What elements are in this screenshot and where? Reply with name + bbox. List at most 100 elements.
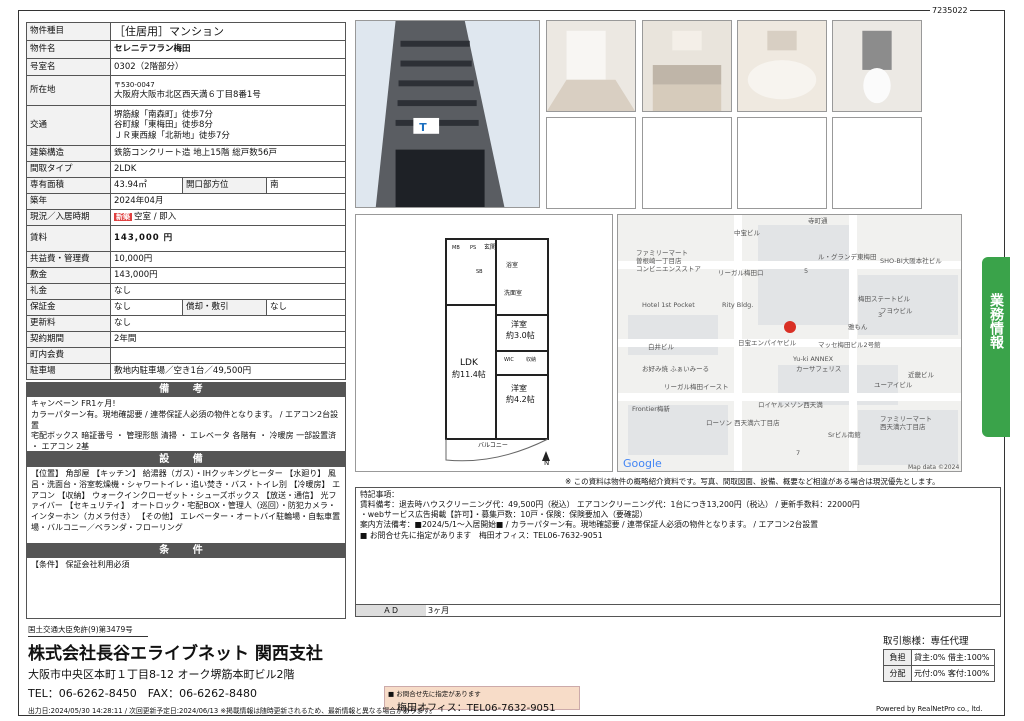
sb-label: SB	[476, 269, 483, 275]
map-label: お好み焼 ふぁいみーる	[642, 364, 709, 373]
map-label: 7	[796, 449, 800, 457]
direction-value: 南	[266, 177, 346, 194]
deposit-value: 143,000円	[110, 267, 346, 284]
map-label: ユーアイビル	[874, 380, 913, 389]
bathroom-photo	[737, 20, 827, 112]
status-label: 現況／入居時期	[26, 209, 111, 226]
direction-label: 開口部方位	[182, 177, 267, 194]
map-label: Yu-ki ANNEX	[792, 355, 834, 363]
map-label: Rity Bldg.	[722, 301, 753, 309]
map-label: 曽根崎一丁目店	[636, 256, 682, 265]
bath-label: 浴室	[506, 261, 518, 269]
ad-label: ＡＤ	[356, 605, 426, 616]
output-info: 出力日:2024/05/30 14:28:11 / 次回更新予定日:2024/0…	[28, 707, 437, 715]
powered-by: Powered by RealNetPro co., ltd.	[876, 705, 983, 713]
room-label: 号室名	[26, 58, 111, 76]
floor-plan: MB PS 玄関 浴室 洗面室 SB 洋室 約3.0帖 WIC 収納 LDK 約…	[355, 214, 613, 472]
parking-label: 駐車場	[26, 363, 111, 380]
deposit-label: 敷金	[26, 267, 111, 284]
contract-label: 契約期間	[26, 331, 111, 348]
wash-label: 洗面室	[504, 289, 522, 297]
notes-line: 案内方法備考：■2024/5/1～入居開始■ / カラーパターン有。現地確認要 …	[360, 520, 819, 530]
layout-value: 2LDK	[110, 161, 346, 178]
equipment-text: 【位置】 角部屋 【キッチン】 給湯器（ガス）・IHクッキングヒーター 【水廻り…	[31, 469, 341, 532]
layout-label: 間取タイプ	[26, 161, 111, 178]
rent-value: 143,000 円	[110, 225, 346, 252]
renewal-label: 更新料	[26, 315, 111, 332]
inquiry-note: ■ お問合せ先に指定があります	[388, 690, 481, 698]
fee-value: 10,000円	[110, 251, 346, 268]
special-notes: 特記事項： 賃料備考：退去時ハウスクリーニング代：49,500円（税込） エアコ…	[355, 487, 1001, 617]
wic-label: WIC	[504, 357, 514, 363]
map-label: 白井ビル	[648, 342, 675, 351]
toilet-photo	[832, 20, 922, 112]
conditions-box: 条 件 【条件】 保証会社利用必須	[26, 543, 346, 619]
built-value: 2024年04月	[110, 193, 346, 210]
map-label: 中宝ビル	[734, 228, 761, 237]
map-label: リーガル梅田イースト	[664, 382, 729, 391]
structure-label: 建築構造	[26, 145, 111, 162]
map-label: Hotel 1st Pocket	[642, 301, 695, 309]
remarks-text: キャンペーン FR1ヶ月! カラーパターン有。現地確認要 / 連帯保証人必須の物…	[31, 399, 339, 452]
trade-terms: 取引態様：専任代理 負担 貸主:0% 借主:100% 分配 元付:0% 客付:100…	[883, 633, 995, 682]
traffic-line: ＪＲ東西線「北新地」徒歩7分	[114, 130, 230, 141]
company-name: 株式会社長谷エライブネット 関西支社	[28, 644, 323, 664]
equipment-box: 設 備 【位置】 角部屋 【キッチン】 給湯器（ガス）・IHクッキングヒーター …	[26, 452, 346, 544]
company-phone: TEL：06-6262-8450 FAX：06-6262-8480	[28, 687, 258, 700]
photo-slot-empty	[642, 117, 732, 209]
map-label: 雅もん	[848, 323, 868, 331]
address-label: 所在地	[26, 75, 111, 106]
notes-line: ■ お問合せ先に指定があります 梅田オフィス：TEL06-7632-9051	[360, 530, 603, 540]
license-number: 国土交通大臣免許(9)第3479号	[28, 624, 148, 637]
map-attribution: Map data ©2024	[908, 464, 959, 471]
location-map[interactable]: ファミリーマート 曽根崎一丁目店 コンビニエンスストア リーガル梅田口 Hotel 1s…	[617, 214, 962, 472]
amortization-label: 償却・敷引	[182, 299, 267, 316]
map-label: Frontier梅新	[632, 404, 670, 413]
photo-slot-empty	[737, 117, 827, 209]
structure-value: 鉄筋コンクリート造 地上15階 総戸数56戸	[110, 145, 346, 162]
new-badge: 新築	[114, 213, 132, 222]
building-exterior-photo: T	[355, 20, 540, 208]
status-value: 空室 / 即入	[134, 212, 177, 223]
ldk-size: 約11.4帖	[452, 369, 486, 379]
map-label: ル・グランデ東梅田	[818, 252, 877, 261]
notes-line: 賃料備考：退去時ハウスクリーニング代：49,500円（税込） エアコンクリーニン…	[360, 500, 860, 510]
town-fee-label: 町内会費	[26, 347, 111, 364]
interior-room-photo	[546, 20, 636, 112]
area-value: 43.94㎡	[110, 177, 183, 194]
name-label: 物件名	[26, 40, 111, 59]
notes-title: 特記事項：	[360, 490, 399, 499]
address-value: 大阪府大阪市北区西天満６丁目8番1号	[114, 89, 261, 100]
type-label: 物件種目	[26, 22, 111, 41]
remarks-title: 備 考	[27, 383, 345, 397]
map-label: リーガル梅田口	[718, 268, 764, 277]
town-fee-value	[110, 347, 346, 364]
entrance-label: 玄関	[484, 243, 496, 251]
property-name: セレニテフラン梅田	[110, 40, 346, 59]
photo-slot-empty	[546, 117, 636, 209]
mb-label: MB	[452, 245, 460, 251]
type-value: ［住居用］マンション	[110, 22, 346, 41]
room-value: 0302（2階部分）	[110, 58, 346, 76]
map-pin-icon	[784, 321, 796, 333]
traffic-line: 堺筋線「南森町」徒歩7分	[114, 110, 213, 121]
map-label: 5	[804, 267, 808, 275]
balcony-label: バルコニー	[478, 442, 508, 449]
map-label: カーサフェリス	[796, 365, 841, 373]
rent-label: 賃料	[26, 225, 111, 252]
trade-title: 取引態様：専任代理	[883, 636, 969, 647]
key-money-label: 礼金	[26, 283, 111, 300]
map-label: SHO-BI大阪本社ビル	[880, 256, 942, 265]
equipment-title: 設 備	[27, 453, 345, 467]
split-value: 元付:0% 客付:100%	[911, 665, 995, 682]
map-label: 西天満六丁目店	[880, 422, 926, 431]
map-label: コンビニエンスストア	[636, 264, 701, 273]
parking-value: 敷地内駐車場／空き1台／49,500円	[110, 363, 346, 380]
map-label: ローソン 西天満六丁目店	[706, 418, 780, 427]
side-tab-business-info[interactable]: 業務情報	[982, 257, 1010, 437]
google-logo: Google	[623, 457, 662, 470]
traffic-line: 谷町線「東梅田」徒歩8分	[114, 120, 213, 131]
map-label: 3	[878, 311, 882, 319]
renewal-value: なし	[110, 315, 346, 332]
burden-value: 貸主:0% 借主:100%	[911, 649, 995, 666]
